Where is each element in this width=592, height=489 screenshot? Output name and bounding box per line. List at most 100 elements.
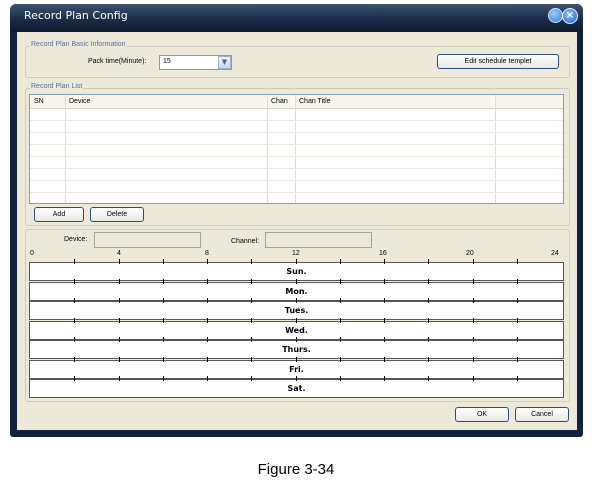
column-sn[interactable]: SN [34, 98, 44, 105]
hour-tick [251, 259, 253, 264]
column-divider [295, 95, 296, 203]
hour-tick [516, 259, 518, 264]
channel-field [265, 232, 372, 248]
hour-tick [162, 279, 164, 284]
schedule-row-mon[interactable]: Mon. [29, 282, 564, 301]
row-divider [30, 132, 563, 133]
hour-tick [516, 279, 518, 284]
row-divider [30, 192, 563, 193]
help-icon[interactable] [548, 8, 563, 23]
hour-tick [339, 259, 341, 264]
row-divider [30, 168, 563, 169]
chevron-down-icon[interactable]: ▼ [218, 56, 231, 69]
hour-label: 4 [117, 250, 121, 257]
hour-label: 0 [30, 250, 34, 257]
hour-label: 16 [379, 250, 387, 257]
close-button[interactable]: × [562, 8, 578, 24]
hour-tick [295, 279, 297, 284]
hour-tick [384, 298, 385, 303]
hour-tick [207, 279, 208, 284]
ok-button[interactable]: OK [455, 407, 509, 422]
hour-tick [339, 318, 341, 323]
hour-tick [118, 279, 120, 284]
hour-tick [74, 318, 76, 323]
hour-tick [207, 318, 208, 323]
hour-tick [472, 376, 474, 381]
column-chan[interactable]: Chan [271, 98, 288, 105]
hour-tick [251, 337, 253, 342]
schedule-row-sun[interactable]: Sun. [29, 262, 564, 281]
pack-time-select[interactable]: 15 ▼ [159, 55, 232, 70]
hour-tick [74, 279, 76, 284]
hour-tick [118, 337, 120, 342]
hour-tick [162, 259, 164, 264]
hour-tick [339, 298, 341, 303]
hour-tick [428, 337, 430, 342]
schedule-row-tues[interactable]: Tues. [29, 301, 564, 320]
hour-tick [384, 337, 385, 342]
column-device[interactable]: Device [69, 98, 90, 105]
delete-button[interactable]: Delete [90, 207, 144, 222]
hour-tick [428, 376, 430, 381]
row-divider [30, 120, 563, 121]
hour-tick [339, 357, 341, 362]
hour-tick [472, 259, 474, 264]
hour-tick [251, 318, 253, 323]
hour-tick [162, 376, 164, 381]
hour-tick [295, 298, 297, 303]
hour-tick [384, 259, 385, 264]
day-label: Wed. [285, 326, 308, 335]
hour-tick [118, 259, 120, 264]
hour-label: 24 [551, 250, 559, 257]
hour-tick [516, 376, 518, 381]
hour-tick [472, 337, 474, 342]
column-divider [495, 95, 496, 203]
hour-tick [207, 357, 208, 362]
pack-time-label: Pack time(Minute): [88, 58, 147, 65]
close-icon: × [565, 10, 575, 21]
hour-tick [118, 357, 120, 362]
hour-tick [295, 337, 297, 342]
hour-tick [472, 279, 474, 284]
cancel-button[interactable]: Cancel [515, 407, 569, 422]
hour-tick [295, 259, 297, 264]
hour-tick [251, 279, 253, 284]
add-button[interactable]: Add [34, 207, 84, 222]
window-title: Record Plan Config [24, 9, 128, 22]
hour-tick [428, 279, 430, 284]
hour-tick [162, 298, 164, 303]
row-divider [30, 156, 563, 157]
device-field [94, 232, 201, 248]
plan-list-group-label: Record Plan List [30, 83, 84, 90]
column-chan-title[interactable]: Chan Title [299, 98, 331, 105]
hour-label: 12 [292, 250, 300, 257]
hour-tick [384, 357, 385, 362]
hour-tick [516, 357, 518, 362]
hour-tick [207, 376, 208, 381]
row-divider [30, 144, 563, 145]
hour-tick [472, 357, 474, 362]
hour-tick [472, 298, 474, 303]
device-label: Device: [64, 236, 88, 243]
hour-tick [251, 298, 253, 303]
schedule-row-fri[interactable]: Fri. [29, 360, 564, 379]
hour-tick [384, 318, 385, 323]
hour-tick [295, 318, 297, 323]
hour-tick [74, 376, 76, 381]
edit-schedule-button[interactable]: Edit schedule templet [437, 54, 559, 69]
day-label: Sat. [287, 384, 306, 393]
row-divider [30, 180, 563, 181]
schedule-row-sat[interactable]: Sat. [29, 379, 564, 398]
schedule-row-thurs[interactable]: Thurs. [29, 340, 564, 359]
day-label: Thurs. [282, 345, 311, 354]
hour-tick [428, 357, 430, 362]
hour-tick [118, 298, 120, 303]
column-divider [65, 95, 66, 203]
hour-tick [74, 357, 76, 362]
hour-tick [207, 259, 208, 264]
pack-time-value: 15 [163, 58, 171, 65]
record-plan-table[interactable]: SN Device Chan Chan Title [29, 94, 564, 204]
basic-info-group-label: Record Plan Basic Information [30, 41, 127, 48]
hour-tick [74, 337, 76, 342]
schedule-row-wed[interactable]: Wed. [29, 321, 564, 340]
